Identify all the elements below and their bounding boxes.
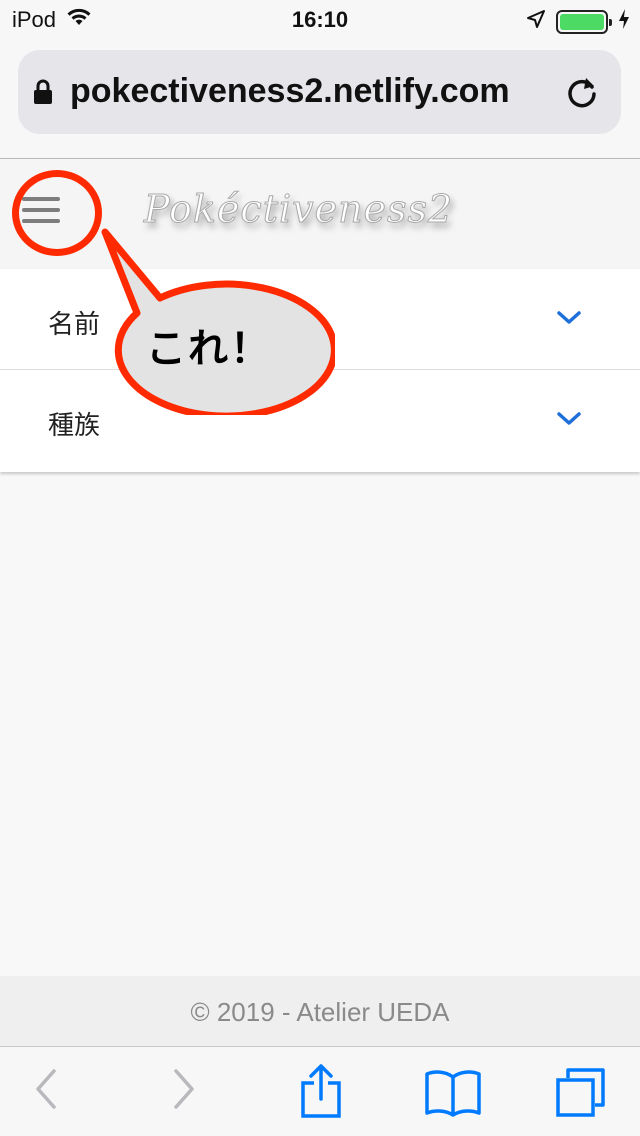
- bookmarks-icon[interactable]: [424, 1069, 482, 1122]
- address-bar[interactable]: pokectiveness2.netlify.com: [18, 50, 621, 134]
- lock-icon: [33, 79, 53, 110]
- annotation-circle: [12, 170, 102, 256]
- list-item-label: 種族: [48, 410, 101, 440]
- tabs-icon[interactable]: [554, 1065, 608, 1124]
- location-arrow-icon: [526, 9, 546, 34]
- battery-icon: [556, 9, 612, 34]
- reload-icon[interactable]: [565, 74, 599, 115]
- annotation-text: これ！: [146, 327, 272, 371]
- forward-icon[interactable]: [172, 1067, 198, 1116]
- list-item-label: 名前: [48, 309, 101, 339]
- browser-toolbar: [0, 1046, 640, 1136]
- footer-copyright: © 2019 - Atelier UEDA: [190, 997, 450, 1027]
- url-text[interactable]: pokectiveness2.netlify.com: [70, 72, 560, 111]
- chevron-down-icon[interactable]: [556, 410, 582, 433]
- status-bar: iPod 16:10: [0, 0, 640, 40]
- status-right: [526, 8, 630, 35]
- battery-fill: [560, 13, 604, 30]
- back-icon[interactable]: [32, 1067, 58, 1116]
- share-icon[interactable]: [298, 1063, 344, 1124]
- chevron-down-icon[interactable]: [556, 309, 582, 332]
- page-footer: © 2019 - Atelier UEDA: [0, 976, 640, 1046]
- browser-bar: pokectiveness2.netlify.com: [0, 40, 640, 158]
- charging-bolt-icon: [618, 8, 630, 35]
